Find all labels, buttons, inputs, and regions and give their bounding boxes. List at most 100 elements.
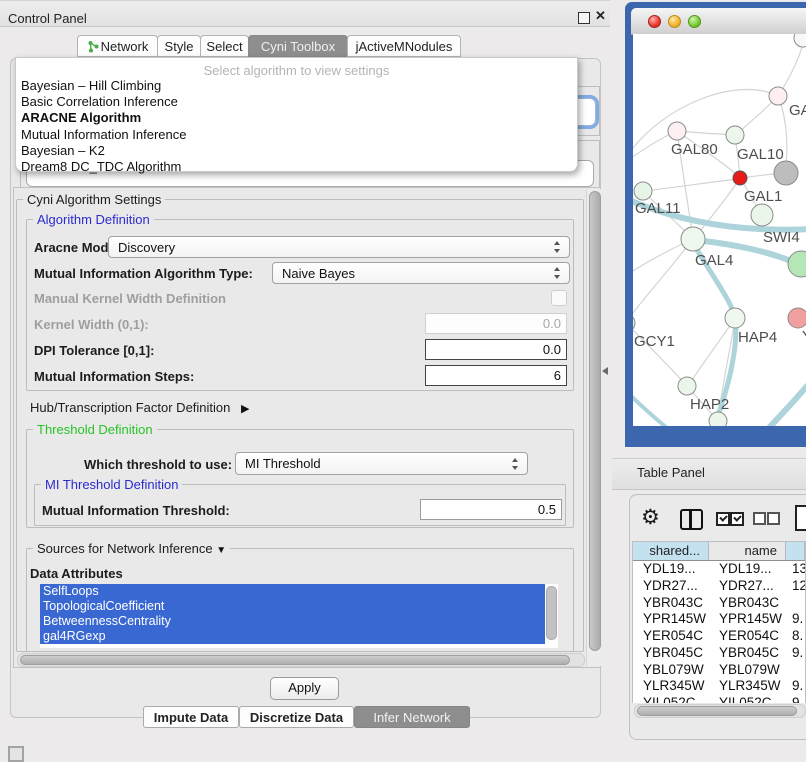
table-cell[interactable]: YDR27...	[709, 578, 786, 595]
table-cell[interactable]: 9.	[786, 695, 805, 703]
table-cell[interactable]: YDL19...	[633, 561, 709, 578]
table-row[interactable]: YBR043CYBR043C	[633, 595, 805, 612]
table-row[interactable]: YDL19...YDL19...13	[633, 561, 805, 578]
table-row[interactable]: YER054CYER054C8.	[633, 628, 805, 645]
table-row[interactable]: YLR345WYLR345W9.	[633, 678, 805, 695]
tab-select[interactable]: Select	[200, 35, 249, 57]
mi-steps-input[interactable]: 6	[425, 365, 567, 386]
which-threshold-select[interactable]: MI Threshold	[235, 452, 528, 475]
list-scrollbar[interactable]	[546, 586, 557, 640]
minimize-traffic-light[interactable]	[668, 15, 681, 28]
scrollbar-thumb[interactable]	[637, 706, 797, 716]
network-node[interactable]	[633, 314, 635, 332]
dropdown-item-dream8[interactable]: Dream8 DC_TDC Algorithm	[19, 159, 577, 175]
network-node[interactable]	[794, 34, 806, 47]
table-cell[interactable]: YDR27...	[633, 578, 709, 595]
table-cell[interactable]: YDL19...	[709, 561, 786, 578]
sources-collapser[interactable]: Sources for Network Inference ▼	[33, 541, 230, 556]
network-node[interactable]	[769, 87, 787, 105]
table-cell[interactable]: YBR043C	[633, 595, 709, 612]
network-node[interactable]	[751, 204, 773, 226]
apply-button[interactable]: Apply	[270, 677, 339, 700]
table-cell[interactable]: 12	[786, 578, 805, 595]
column-header-name[interactable]: name	[709, 542, 786, 560]
tab-discretize-data[interactable]: Discretize Data	[239, 706, 354, 728]
table-cell[interactable]: 9.	[786, 645, 805, 662]
table-row[interactable]: YBL079WYBL079W	[633, 662, 805, 679]
table-cell[interactable]: 13	[786, 561, 805, 578]
mi-threshold-input[interactable]: 0.5	[420, 499, 562, 520]
network-node[interactable]	[678, 377, 696, 395]
hub-definition-expander[interactable]: Hub/Transcription Factor Definition ▶	[30, 400, 249, 415]
dropdown-item-bayesian-k2[interactable]: Bayesian – K2	[19, 143, 577, 159]
mi-algorithm-type-select[interactable]: Naive Bayes	[272, 262, 570, 284]
tab-impute-data[interactable]: Impute Data	[143, 706, 239, 728]
table-cell[interactable]: 9.	[786, 611, 805, 628]
network-node[interactable]	[788, 251, 806, 277]
list-item[interactable]: TopologicalCoefficient	[40, 599, 545, 614]
column-header-cut[interactable]	[786, 542, 805, 560]
data-attributes-list[interactable]: SelfLoops TopologicalCoefficient Between…	[40, 584, 558, 648]
list-item[interactable]: SelfLoops	[40, 584, 545, 599]
network-node[interactable]	[709, 412, 727, 426]
table-body[interactable]: YDL19...YDL19...13YDR27...YDR27...12YBR0…	[633, 561, 805, 703]
table-cell[interactable]: YIL052C	[633, 695, 709, 703]
table-row[interactable]: YPR145WYPR145W9.	[633, 611, 805, 628]
list-item[interactable]: BetweennessCentrality	[40, 614, 545, 629]
column-header-shared-name[interactable]: shared...	[633, 542, 709, 560]
zoom-traffic-light[interactable]	[688, 15, 701, 28]
table-cell[interactable]: YPR145W	[633, 611, 709, 628]
table-cell[interactable]: YBL079W	[633, 662, 709, 679]
dropdown-item-mutual-information[interactable]: Mutual Information Inference	[19, 127, 577, 143]
gear-icon[interactable]: ⚙	[641, 506, 660, 530]
panel-grip[interactable]	[8, 746, 24, 762]
table-cell[interactable]: YER054C	[633, 628, 709, 645]
table-cell[interactable]: 8.	[786, 628, 805, 645]
table-row[interactable]: YIL052CYIL052C9.	[633, 695, 805, 703]
table-cell[interactable]: YLR345W	[709, 678, 786, 695]
table-cell[interactable]	[786, 662, 805, 679]
table-cell[interactable]: YPR145W	[709, 611, 786, 628]
network-node[interactable]	[668, 122, 686, 140]
tab-jactivemnodules[interactable]: jActiveMNodules	[347, 35, 461, 57]
table-horizontal-scrollbar[interactable]	[634, 704, 806, 718]
table-cell[interactable]	[786, 595, 805, 612]
network-node[interactable]	[774, 161, 798, 185]
dropdown-item-basic-correlation[interactable]: Basic Correlation Inference	[19, 94, 577, 110]
deselect-all-icon[interactable]	[753, 512, 766, 525]
settings-horizontal-scrollbar[interactable]	[17, 653, 585, 667]
close-icon[interactable]: ✕	[595, 8, 606, 24]
scrollbar-thumb[interactable]	[589, 191, 601, 651]
table-cell[interactable]: YBR043C	[709, 595, 786, 612]
deselect-all-icon[interactable]	[767, 512, 780, 525]
dropdown-item-aracne[interactable]: ARACNE Algorithm	[19, 110, 577, 126]
table-cell[interactable]: 9.	[786, 678, 805, 695]
kernel-width-input[interactable]: 0.0	[425, 313, 567, 334]
settings-vertical-scrollbar[interactable]	[586, 189, 601, 666]
table-cell[interactable]: YBR045C	[709, 645, 786, 662]
network-node[interactable]	[726, 126, 744, 144]
network-node[interactable]	[634, 182, 652, 200]
scrollbar-thumb[interactable]	[20, 655, 570, 665]
table-cell[interactable]: YBR045C	[633, 645, 709, 662]
tab-style[interactable]: Style	[157, 35, 201, 57]
split-view-icon[interactable]	[680, 509, 703, 530]
float-window-icon[interactable]	[578, 12, 590, 24]
table-row[interactable]: YDR27...YDR27...12	[633, 578, 805, 595]
tab-cyni-toolbox[interactable]: Cyni Toolbox	[248, 35, 348, 57]
tab-network[interactable]: Network	[77, 35, 158, 57]
list-item[interactable]: gal4RGexp	[40, 629, 545, 644]
table-cell[interactable]: YER054C	[709, 628, 786, 645]
document-icon[interactable]	[795, 505, 806, 531]
close-traffic-light[interactable]	[648, 15, 661, 28]
network-node[interactable]	[725, 308, 745, 328]
dpi-tolerance-input[interactable]: 0.0	[425, 339, 567, 360]
aracne-mode-select[interactable]: Discovery	[108, 236, 570, 258]
network-node[interactable]	[681, 227, 705, 251]
network-window-titlebar[interactable]	[631, 8, 806, 35]
select-all-icon[interactable]	[730, 512, 744, 526]
table-cell[interactable]: YBL079W	[709, 662, 786, 679]
network-node[interactable]	[788, 308, 806, 328]
select-all-icon[interactable]	[716, 512, 730, 526]
table-cell[interactable]: YLR345W	[633, 678, 709, 695]
